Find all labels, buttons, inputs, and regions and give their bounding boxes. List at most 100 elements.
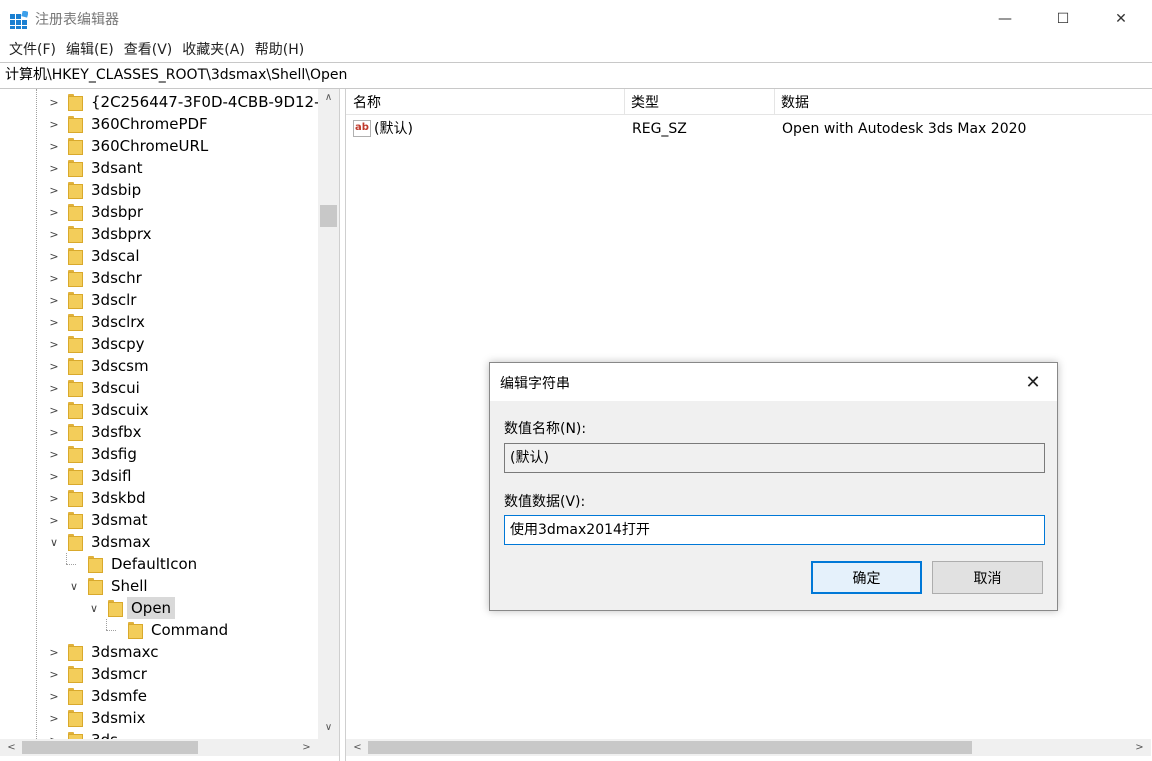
- tree-item-selected[interactable]: ∨ Open: [0, 597, 318, 619]
- tree-item[interactable]: >3dscui: [0, 377, 318, 399]
- tree-item[interactable]: >3dsmat: [0, 509, 318, 531]
- scroll-left-icon[interactable]: <: [349, 739, 366, 756]
- close-button[interactable]: ✕: [1092, 0, 1150, 38]
- expand-chevron-icon[interactable]: >: [48, 690, 60, 703]
- tree-item[interactable]: >3dscsm: [0, 355, 318, 377]
- tree-item[interactable]: >3dsbprx: [0, 223, 318, 245]
- folder-icon: [68, 292, 83, 309]
- tree-item[interactable]: >3dskbd: [0, 487, 318, 509]
- expand-chevron-icon[interactable]: >: [48, 96, 60, 109]
- list-horizontal-scrollbar[interactable]: < >: [346, 739, 1151, 756]
- expand-chevron-icon[interactable]: >: [48, 448, 60, 461]
- tree-item[interactable]: >360ChromeURL: [0, 135, 318, 157]
- value-data-input[interactable]: 使用3dmax2014打开: [504, 515, 1045, 545]
- scroll-up-icon[interactable]: ∧: [318, 89, 339, 106]
- tree-item[interactable]: >3dscpy: [0, 333, 318, 355]
- expand-chevron-icon[interactable]: >: [48, 118, 60, 131]
- tree-item-label: DefaultIcon: [111, 555, 198, 573]
- tree-horizontal-scrollbar[interactable]: < >: [0, 739, 339, 756]
- expand-chevron-icon[interactable]: >: [48, 470, 60, 483]
- tree-connector: [66, 553, 67, 564]
- expand-chevron-icon[interactable]: >: [48, 228, 60, 241]
- tree-item-label: 3dscui: [91, 379, 140, 397]
- expand-chevron-icon[interactable]: >: [48, 404, 60, 417]
- collapse-chevron-icon[interactable]: ∨: [68, 580, 80, 593]
- menu-favorites[interactable]: 收藏夹(A): [177, 38, 250, 62]
- folder-icon: [68, 402, 83, 419]
- expand-chevron-icon[interactable]: >: [48, 316, 60, 329]
- tree-vertical-scrollbar[interactable]: ∧ ∨: [318, 89, 339, 739]
- tree-item[interactable]: DefaultIcon: [0, 553, 318, 575]
- expand-chevron-icon[interactable]: >: [48, 272, 60, 285]
- tree-item[interactable]: ∨ Shell: [0, 575, 318, 597]
- menu-file[interactable]: 文件(F): [4, 38, 61, 62]
- expand-chevron-icon[interactable]: >: [48, 360, 60, 373]
- minimize-button[interactable]: —: [976, 0, 1034, 38]
- tree-item-label: 3dsmfe: [91, 687, 148, 705]
- expand-chevron-icon[interactable]: >: [48, 712, 60, 725]
- tree-item[interactable]: >3dsmix: [0, 707, 318, 729]
- tree-vertical-scroll-thumb[interactable]: [320, 205, 337, 227]
- expand-chevron-icon[interactable]: >: [48, 206, 60, 219]
- tree-item[interactable]: Command: [0, 619, 318, 641]
- scroll-left-icon[interactable]: <: [3, 739, 20, 756]
- expand-chevron-icon[interactable]: >: [48, 668, 60, 681]
- tree-item[interactable]: >3dsmaxc: [0, 641, 318, 663]
- menu-help[interactable]: 帮助(H): [250, 38, 309, 62]
- column-header-data[interactable]: 数据: [774, 89, 1152, 115]
- folder-icon: [68, 468, 83, 485]
- expand-chevron-icon[interactable]: >: [48, 162, 60, 175]
- scroll-down-icon[interactable]: ∨: [318, 719, 339, 736]
- tree-item[interactable]: ∨ 3dsmax: [0, 531, 318, 553]
- expand-chevron-icon[interactable]: >: [48, 382, 60, 395]
- tree-item[interactable]: >3dsifl: [0, 465, 318, 487]
- folder-icon: [68, 666, 83, 683]
- folder-icon: [68, 94, 83, 111]
- expand-chevron-icon[interactable]: >: [48, 250, 60, 263]
- tree-item[interactable]: >3dsfig: [0, 443, 318, 465]
- expand-chevron-icon[interactable]: >: [48, 426, 60, 439]
- tree-item-label: 3dsmax: [91, 533, 151, 551]
- cancel-button[interactable]: 取消: [932, 561, 1043, 594]
- scroll-right-icon[interactable]: >: [1131, 739, 1148, 756]
- folder-icon: [68, 182, 83, 199]
- folder-icon: [88, 578, 103, 595]
- column-header-name[interactable]: 名称: [346, 89, 624, 115]
- tree-item[interactable]: >3dscuix: [0, 399, 318, 421]
- tree-item[interactable]: >3dsfbx: [0, 421, 318, 443]
- tree-item[interactable]: >3dsclrx: [0, 311, 318, 333]
- tree-horizontal-scroll-thumb[interactable]: [22, 741, 198, 754]
- tree-item[interactable]: >3dschr: [0, 267, 318, 289]
- menu-edit[interactable]: 编辑(E): [61, 38, 119, 62]
- folder-icon: [108, 600, 123, 617]
- column-header-type[interactable]: 类型: [624, 89, 774, 115]
- scroll-right-icon[interactable]: >: [298, 739, 315, 756]
- tree-item[interactable]: >3dscal: [0, 245, 318, 267]
- tree-item[interactable]: >3dsant: [0, 157, 318, 179]
- value-name-field: (默认): [504, 443, 1045, 473]
- tree-item[interactable]: >3dsmfe: [0, 685, 318, 707]
- tree-item[interactable]: >3dsbpr: [0, 201, 318, 223]
- expand-chevron-icon[interactable]: >: [48, 492, 60, 505]
- address-bar[interactable]: 计算机\HKEY_CLASSES_ROOT\3dsmax\Shell\Open: [0, 62, 1152, 89]
- folder-icon: [68, 336, 83, 353]
- expand-chevron-icon[interactable]: >: [48, 514, 60, 527]
- menu-view[interactable]: 查看(V): [119, 38, 178, 62]
- list-horizontal-scroll-thumb[interactable]: [368, 741, 972, 754]
- ok-button[interactable]: 确定: [811, 561, 922, 594]
- tree-item[interactable]: >360ChromePDF: [0, 113, 318, 135]
- collapse-chevron-icon[interactable]: ∨: [48, 536, 60, 549]
- list-item[interactable]: ab (默认) REG_SZ Open with Autodesk 3ds Ma…: [346, 117, 1152, 141]
- expand-chevron-icon[interactable]: >: [48, 294, 60, 307]
- expand-chevron-icon[interactable]: >: [48, 184, 60, 197]
- expand-chevron-icon[interactable]: >: [48, 140, 60, 153]
- dialog-close-button[interactable]: ✕: [1020, 369, 1046, 395]
- collapse-chevron-icon[interactable]: ∨: [88, 602, 100, 615]
- expand-chevron-icon[interactable]: >: [48, 338, 60, 351]
- tree-item[interactable]: > {2C256447-3F0D-4CBB-9D12-57: [0, 91, 339, 113]
- tree-item[interactable]: >3dsmcr: [0, 663, 318, 685]
- tree-item[interactable]: >3dsbip: [0, 179, 318, 201]
- maximize-button[interactable]: ☐: [1034, 0, 1092, 38]
- tree-item[interactable]: >3dsclr: [0, 289, 318, 311]
- expand-chevron-icon[interactable]: >: [48, 646, 60, 659]
